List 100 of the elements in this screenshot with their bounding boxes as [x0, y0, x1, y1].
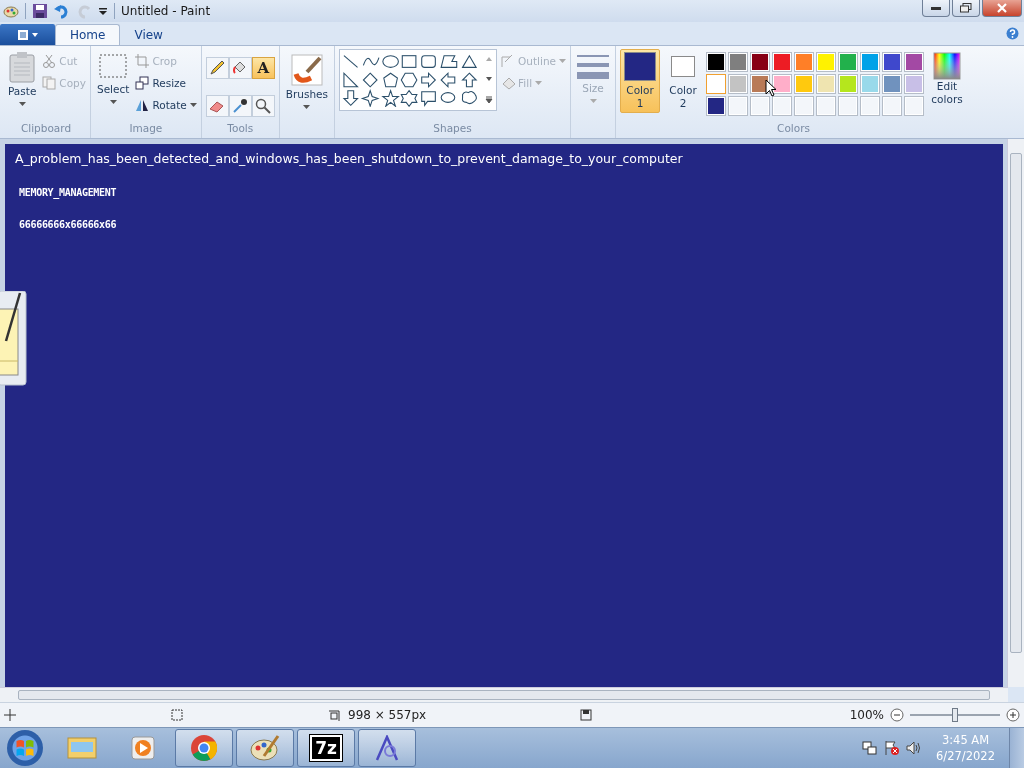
- palette-swatch[interactable]: [882, 52, 902, 72]
- menu-icon: [16, 28, 39, 41]
- empty-color-slot[interactable]: [816, 96, 836, 116]
- canvas-text: 66666666x66666x66: [18, 218, 118, 230]
- palette-swatch[interactable]: [728, 74, 748, 94]
- paste-button[interactable]: Paste: [6, 49, 39, 108]
- palette-swatch[interactable]: [838, 52, 858, 72]
- palette-swatch[interactable]: [860, 52, 880, 72]
- empty-color-slot[interactable]: [794, 96, 814, 116]
- palette-swatch[interactable]: [794, 52, 814, 72]
- volume-icon[interactable]: [906, 740, 923, 756]
- close-icon: [997, 3, 1007, 13]
- palette-swatch[interactable]: [794, 74, 814, 94]
- group-label: Tools: [227, 122, 254, 136]
- network-icon[interactable]: [862, 740, 879, 756]
- brushes-button[interactable]: Brushes: [283, 52, 330, 111]
- line-width-icon: [577, 54, 609, 80]
- group-label: Shapes: [433, 122, 472, 136]
- palette-swatch[interactable]: [904, 74, 924, 94]
- empty-color-slot[interactable]: [750, 96, 770, 116]
- play-icon: [131, 736, 155, 760]
- rotate-button[interactable]: Rotate: [135, 96, 197, 114]
- palette-swatch[interactable]: [706, 74, 726, 94]
- customize-dropdown-icon[interactable]: [98, 6, 108, 16]
- brush-icon: [290, 54, 323, 86]
- color-spectrum-icon: [933, 52, 961, 80]
- palette-swatch[interactable]: [772, 74, 792, 94]
- text-tool[interactable]: A: [251, 57, 275, 79]
- empty-color-slot[interactable]: [772, 96, 792, 116]
- palette-swatch[interactable]: [706, 52, 726, 72]
- paint-taskbar-button[interactable]: [236, 729, 294, 767]
- shapes-gallery[interactable]: [339, 49, 497, 111]
- zoom-slider-thumb[interactable]: [952, 708, 958, 722]
- empty-color-slot[interactable]: [904, 96, 924, 116]
- fill-tool[interactable]: [228, 57, 252, 79]
- palette-swatch[interactable]: [838, 74, 858, 94]
- show-desktop-button[interactable]: [1009, 728, 1024, 768]
- edit-colors-button[interactable]: Edit colors: [927, 49, 967, 113]
- ribbon-tab[interactable]: Home: [55, 24, 121, 45]
- eraser-tool[interactable]: [205, 94, 229, 117]
- restore-icon: [960, 3, 972, 13]
- select-button[interactable]: Select: [95, 49, 132, 106]
- canvas-dimensions: 998 × 557px: [348, 708, 428, 722]
- selection-size-icon: [170, 708, 184, 722]
- palette-swatch[interactable]: [882, 74, 902, 94]
- restore-button[interactable]: [952, 0, 980, 17]
- outline-icon: [501, 54, 515, 68]
- horizontal-scrollbar[interactable]: [0, 687, 1008, 702]
- caret-icon: [18, 102, 26, 106]
- empty-color-slot[interactable]: [882, 96, 902, 116]
- minimize-button[interactable]: [922, 0, 950, 17]
- pencil-icon: [209, 60, 226, 76]
- color-1-button[interactable]: Color 1: [620, 49, 660, 113]
- font-tool-taskbar-button[interactable]: [358, 729, 416, 767]
- close-button[interactable]: [982, 0, 1022, 17]
- move-cursor-icon: [4, 709, 16, 721]
- browser-taskbar-button[interactable]: [175, 729, 233, 767]
- pencil-tool[interactable]: [205, 57, 229, 79]
- folder-icon: [67, 737, 97, 759]
- palette-swatch[interactable]: [816, 74, 836, 94]
- file-size-icon: [580, 709, 592, 721]
- palette-swatch[interactable]: [816, 52, 836, 72]
- palette-swatch[interactable]: [904, 52, 924, 72]
- caret-icon: [109, 100, 117, 104]
- rotate-icon: [135, 98, 150, 112]
- palette-swatch[interactable]: [860, 74, 880, 94]
- undo-icon[interactable]: [54, 3, 70, 19]
- drawing-canvas[interactable]: A_problem_has_been_detected_and_windows_has_been_shutdown_to_prevent_damage_to_your_computer MEMORY_MANAGEMENT 66666666x66666x66: [5, 144, 1003, 687]
- windows-logo-icon: [16, 739, 34, 757]
- empty-color-slot[interactable]: [860, 96, 880, 116]
- empty-color-slot[interactable]: [728, 96, 748, 116]
- selection-icon: [98, 51, 129, 81]
- ribbon-tab[interactable]: View: [120, 24, 177, 45]
- palette-swatch[interactable]: [728, 52, 748, 72]
- help-icon[interactable]: [1006, 27, 1019, 40]
- zoom-out-icon[interactable]: [890, 708, 904, 722]
- scissors-icon: [42, 54, 57, 68]
- archiver-taskbar-button[interactable]: 7z: [297, 729, 355, 767]
- vertical-scrollbar[interactable]: [1007, 139, 1024, 687]
- palette-swatch[interactable]: [772, 52, 792, 72]
- color-2-button[interactable]: Color 2: [663, 49, 703, 113]
- palette-swatch[interactable]: [706, 96, 726, 116]
- magnifier-tool[interactable]: [251, 94, 275, 117]
- window-title: Untitled - Paint: [121, 4, 211, 18]
- canvas-text: MEMORY_MANAGEMENT: [18, 186, 118, 198]
- palette-icon[interactable]: [3, 3, 19, 19]
- minimize-icon: [931, 6, 941, 10]
- zoom-level: 100%: [849, 708, 884, 722]
- palette-swatch[interactable]: [750, 52, 770, 72]
- canvas-text: A_problem_has_been_detected_and_windows_has_been_shutdown_to_prevent_damage_to_your_computer: [14, 150, 684, 166]
- resize-button[interactable]: Resize: [135, 74, 197, 92]
- caret-icon: [589, 99, 597, 103]
- color-picker-tool[interactable]: [228, 94, 252, 117]
- file-menu-button[interactable]: [0, 24, 55, 45]
- canvas-size-icon: [328, 708, 342, 722]
- save-icon[interactable]: [32, 3, 48, 19]
- action-center-flag-icon[interactable]: [884, 740, 901, 756]
- zoom-in-icon[interactable]: [1006, 708, 1020, 722]
- start-button[interactable]: [7, 730, 43, 766]
- empty-color-slot[interactable]: [838, 96, 858, 116]
